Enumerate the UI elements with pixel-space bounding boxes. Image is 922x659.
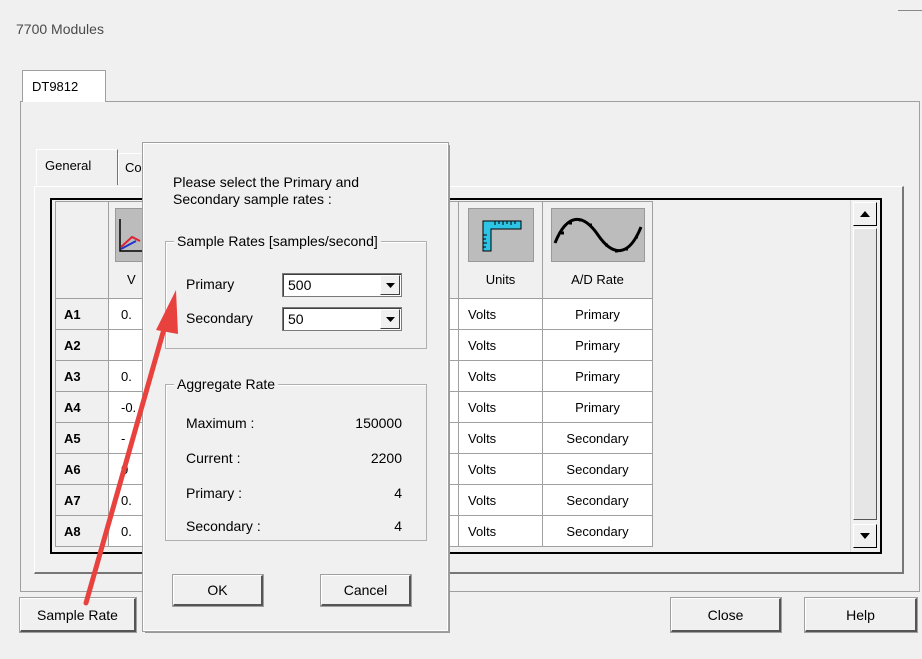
- row-label: A3: [55, 360, 109, 392]
- row-label: A8: [55, 515, 109, 547]
- aggregate-secondary-value: 4: [394, 518, 402, 534]
- aggregate-current-row: Current : 2200: [186, 450, 402, 466]
- aggregate-maximum-value: 150000: [355, 415, 402, 431]
- units-cell[interactable]: Volts: [458, 329, 543, 361]
- sample-rates-group-title: Sample Rates [samples/second]: [174, 233, 381, 249]
- units-cell[interactable]: Volts: [458, 484, 543, 516]
- secondary-label: Secondary: [186, 310, 253, 326]
- aggregate-rate-group-title: Aggregate Rate: [174, 376, 279, 392]
- scroll-up-button[interactable]: [853, 202, 877, 226]
- sine-wave-icon: [550, 208, 645, 262]
- tab-general[interactable]: General: [36, 149, 118, 185]
- column-header-units[interactable]: Units: [458, 201, 543, 299]
- row-label: A6: [55, 453, 109, 485]
- secondary-rate-select[interactable]: 50: [282, 307, 402, 331]
- sample-rate-dialog: Please select the Primary and Secondary …: [142, 142, 449, 632]
- aggregate-primary-value: 4: [394, 485, 402, 501]
- primary-rate-value: 500: [288, 277, 312, 293]
- row-label: A7: [55, 484, 109, 516]
- sample-rate-button[interactable]: Sample Rate: [19, 597, 137, 633]
- arrow-down-icon: [860, 533, 870, 539]
- rate-cell[interactable]: Primary: [542, 329, 653, 361]
- units-cell[interactable]: Volts: [458, 360, 543, 392]
- aggregate-secondary-row: Secondary : 4: [186, 518, 402, 534]
- help-button[interactable]: Help: [804, 597, 918, 633]
- grid-vertical-scrollbar[interactable]: [850, 200, 878, 552]
- row-label: A1: [55, 298, 109, 330]
- column-header-ad-rate-label: A/D Rate: [571, 272, 624, 287]
- aggregate-current-label: Current :: [186, 450, 241, 466]
- ok-button[interactable]: OK: [172, 574, 264, 607]
- units-cell[interactable]: Volts: [458, 391, 543, 423]
- tab-dt9812[interactable]: DT9812: [22, 70, 106, 102]
- cancel-button[interactable]: Cancel: [320, 574, 412, 607]
- row-label: A5: [55, 422, 109, 454]
- units-cell[interactable]: Volts: [458, 422, 543, 454]
- aggregate-maximum-row: Maximum : 150000: [186, 415, 402, 431]
- scroll-thumb[interactable]: [853, 228, 877, 520]
- aggregate-secondary-label: Secondary :: [186, 518, 261, 534]
- rate-cell[interactable]: Secondary: [542, 422, 653, 454]
- aggregate-current-value: 2200: [370, 450, 402, 466]
- aggregate-rate-group: Aggregate Rate Maximum : 150000 Current …: [165, 376, 427, 541]
- aggregate-primary-row: Primary : 4: [186, 485, 402, 501]
- dialog-prompt-line2: Secondary sample rates :: [173, 191, 332, 207]
- arrow-up-icon: [860, 211, 870, 217]
- chevron-down-icon: [385, 316, 395, 322]
- units-cell[interactable]: Volts: [458, 453, 543, 485]
- rate-cell[interactable]: Secondary: [542, 453, 653, 485]
- aggregate-primary-label: Primary :: [186, 485, 242, 501]
- row-label: A4: [55, 391, 109, 423]
- secondary-rate-value: 50: [288, 311, 304, 327]
- column-header-units-label: Units: [485, 272, 516, 287]
- primary-rate-select[interactable]: 500: [282, 273, 402, 297]
- units-cell[interactable]: Volts: [458, 298, 543, 330]
- rate-cell[interactable]: Primary: [542, 391, 653, 423]
- rate-cell[interactable]: Primary: [542, 298, 653, 330]
- aggregate-maximum-label: Maximum :: [186, 415, 255, 431]
- units-cell[interactable]: Volts: [458, 515, 543, 547]
- rate-cell[interactable]: Secondary: [542, 515, 653, 547]
- ruler-icon: [467, 208, 534, 262]
- row-label: A2: [55, 329, 109, 361]
- grid-corner: [55, 201, 109, 299]
- rate-cell[interactable]: Secondary: [542, 484, 653, 516]
- primary-label: Primary: [186, 276, 235, 292]
- window-title: 7700 Modules: [16, 21, 104, 37]
- rate-cell[interactable]: Primary: [542, 360, 653, 392]
- chevron-down-icon: [385, 282, 395, 288]
- secondary-dropdown-button[interactable]: [380, 309, 400, 329]
- scroll-down-button[interactable]: [853, 524, 877, 548]
- sample-rates-group: Sample Rates [samples/second] Primary 50…: [165, 233, 427, 349]
- dialog-prompt-line1: Please select the Primary and: [173, 174, 359, 190]
- window-edge-line: [898, 10, 922, 11]
- primary-dropdown-button[interactable]: [380, 275, 400, 295]
- close-button[interactable]: Close: [670, 597, 782, 633]
- column-header-ad-rate[interactable]: A/D Rate: [542, 201, 653, 299]
